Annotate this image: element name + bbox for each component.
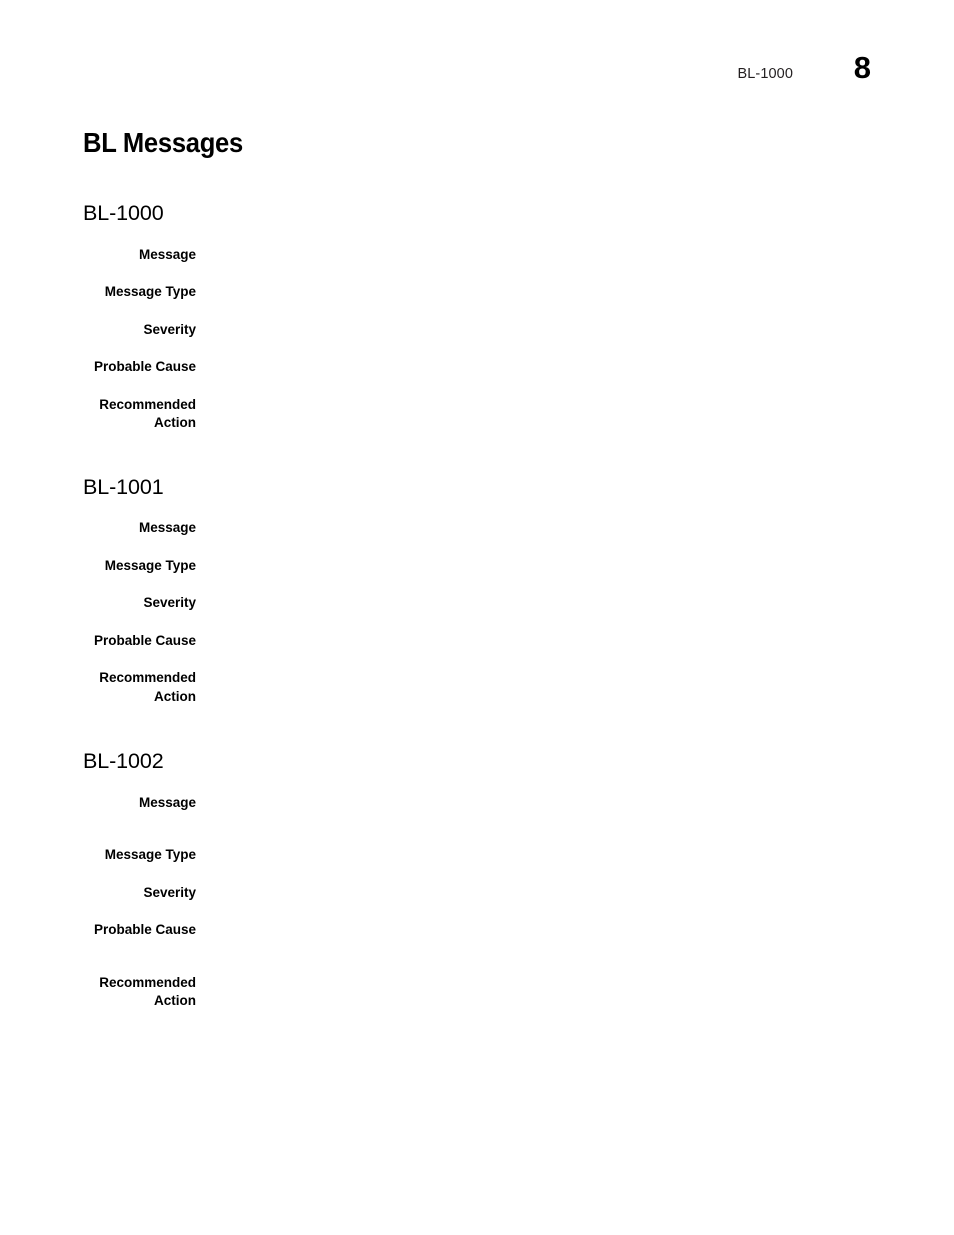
field-table-bl-1002: Message Message Type Severity Probable C… <box>83 794 873 1011</box>
section-heading-bl-1002: BL-1002 <box>83 749 164 774</box>
field-row-recommended-action: Recommended Action <box>83 396 873 433</box>
field-row-probable-cause: Probable Cause <box>83 358 873 396</box>
message-section-bl-1000: BL-1000 Message Message Type Severity Pr… <box>83 201 873 433</box>
field-row-severity: Severity <box>83 594 873 632</box>
field-value-probable-cause <box>196 358 873 396</box>
document-page: BL-1000 8 BL Messages BL-1000 Message Me… <box>0 0 954 1235</box>
page-title: BL Messages <box>83 127 243 158</box>
field-value-message-type <box>196 283 873 321</box>
field-row-probable-cause: Probable Cause <box>83 632 873 670</box>
field-label-probable-cause: Probable Cause <box>93 359 196 375</box>
field-value-severity <box>196 321 873 359</box>
field-value-severity <box>196 884 873 922</box>
field-table-bl-1000: Message Message Type Severity Probable C… <box>83 246 873 433</box>
field-value-message <box>196 794 873 847</box>
message-section-bl-1001: BL-1001 Message Message Type Severity Pr… <box>83 475 873 707</box>
page-number: 8 <box>853 50 871 85</box>
field-label-message-type: Message Type <box>104 847 196 863</box>
field-row-message-type: Message Type <box>83 846 873 884</box>
field-row-recommended-action: Recommended Action <box>83 669 873 706</box>
field-row-message: Message <box>83 519 873 557</box>
header-reference: BL-1000 <box>737 66 793 82</box>
field-row-probable-cause: Probable Cause <box>83 921 873 974</box>
field-label-message-type: Message Type <box>104 557 196 573</box>
field-value-severity <box>196 594 873 632</box>
field-label-probable-cause: Probable Cause <box>93 632 196 648</box>
field-row-message-type: Message Type <box>83 557 873 595</box>
field-value-recommended-action <box>196 396 873 433</box>
section-heading-bl-1001: BL-1001 <box>83 474 164 499</box>
field-label-message-type: Message Type <box>104 284 196 300</box>
field-value-probable-cause <box>196 921 873 974</box>
field-label-probable-cause: Probable Cause <box>93 922 196 938</box>
field-value-recommended-action <box>196 974 873 1011</box>
section-heading-bl-1000: BL-1000 <box>83 200 164 225</box>
field-label-message: Message <box>138 520 196 536</box>
field-row-severity: Severity <box>83 884 873 922</box>
field-row-severity: Severity <box>83 321 873 359</box>
field-row-message-type: Message Type <box>83 283 873 321</box>
field-label-severity: Severity <box>143 321 196 337</box>
field-value-message-type <box>196 846 873 884</box>
page-content: BL Messages BL-1000 Message Message Type… <box>83 127 873 1021</box>
field-row-recommended-action: Recommended Action <box>83 974 873 1011</box>
field-row-message: Message <box>83 246 873 284</box>
field-label-recommended-action: Recommended Action <box>99 396 196 431</box>
field-value-message <box>196 246 873 284</box>
field-table-bl-1001: Message Message Type Severity Probable C… <box>83 519 873 706</box>
message-section-bl-1002: BL-1002 Message Message Type Severity Pr… <box>83 749 873 1011</box>
field-label-message: Message <box>138 794 196 810</box>
field-value-message-type <box>196 557 873 595</box>
field-value-message <box>196 519 873 557</box>
page-header: BL-1000 8 <box>83 52 871 98</box>
field-label-recommended-action: Recommended Action <box>99 670 196 704</box>
field-value-recommended-action <box>196 669 873 706</box>
field-label-severity: Severity <box>143 595 196 611</box>
field-row-message: Message <box>83 794 873 847</box>
field-label-message: Message <box>138 246 196 262</box>
field-label-recommended-action: Recommended Action <box>99 974 196 1009</box>
field-value-probable-cause <box>196 632 873 670</box>
field-label-severity: Severity <box>143 884 196 900</box>
